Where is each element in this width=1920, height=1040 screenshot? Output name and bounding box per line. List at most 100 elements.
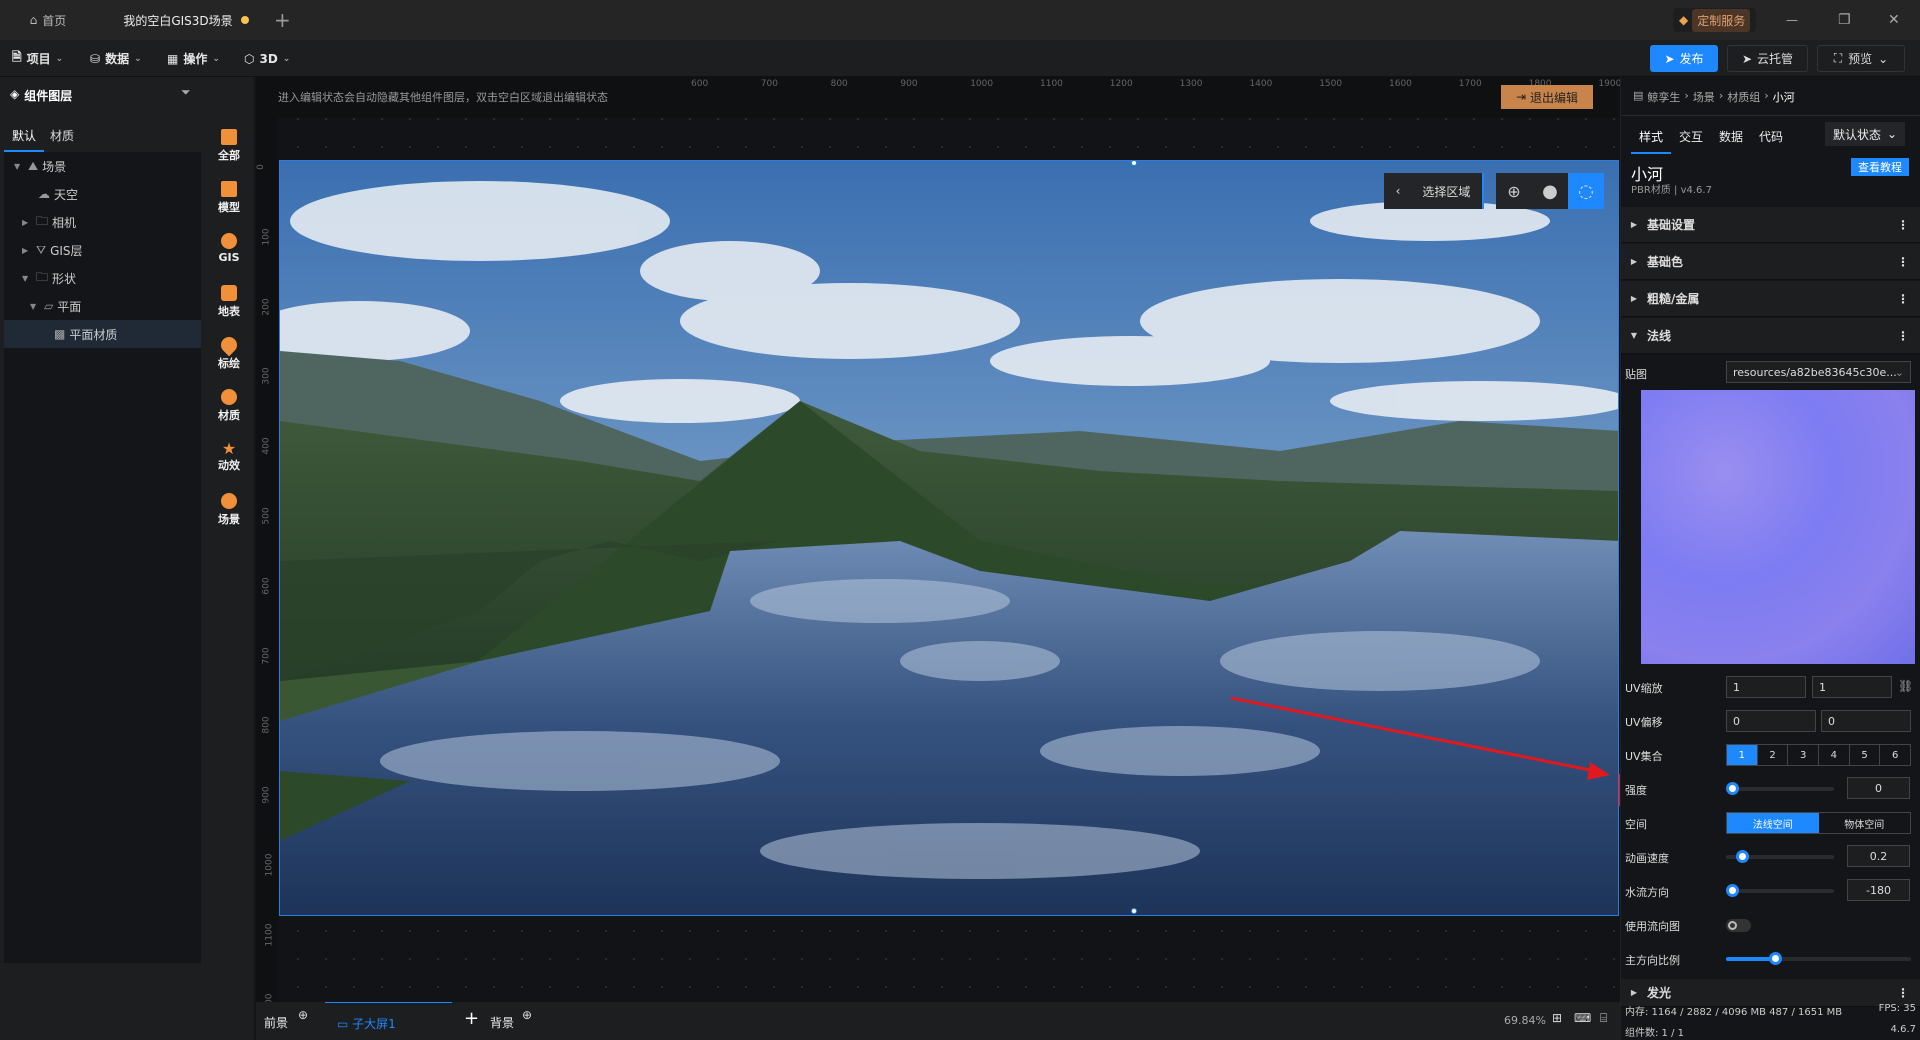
- map-select[interactable]: resources/a82be83645c30e... ⌄: [1726, 361, 1911, 383]
- orbit-icon[interactable]: ◌: [1568, 173, 1604, 209]
- category-material[interactable]: 材质: [204, 389, 254, 423]
- exit-edit-button[interactable]: ⇥ 退出编辑: [1501, 85, 1593, 109]
- foreground-tab[interactable]: 前景: [264, 1014, 288, 1031]
- slider-knob[interactable]: [1769, 952, 1782, 965]
- tab-current-scene[interactable]: 我的空白GIS3D场景: [96, 0, 276, 40]
- tree-item-gis-layer[interactable]: ▶ ⛛ GIS层: [4, 236, 201, 264]
- 3d-scene-viewport[interactable]: ‹ 选择区域 ⊕ ● ◌: [279, 160, 1619, 916]
- publish-button[interactable]: ➤ 发布: [1650, 45, 1718, 72]
- tab-code[interactable]: 代码: [1759, 128, 1783, 145]
- edit-mode-hint: 进入编辑状态会自动隐藏其他组件图层，双击空白区域退出编辑状态: [278, 91, 608, 104]
- more-icon[interactable]: ⋮: [1897, 986, 1909, 1000]
- category-terrain[interactable]: 地表: [204, 285, 254, 319]
- tree-item-shapes[interactable]: ▼ 🗀 形状: [4, 264, 201, 292]
- anim-speed-input[interactable]: 0.2: [1847, 845, 1910, 867]
- tab-interaction[interactable]: 交互: [1679, 128, 1703, 145]
- category-scene[interactable]: 场景: [204, 493, 254, 527]
- menu-3d[interactable]: ⬡ 3D ⌄: [244, 40, 290, 77]
- add-background-icon[interactable]: ⊕: [522, 1008, 532, 1022]
- uv-set-6[interactable]: 6: [1879, 745, 1910, 765]
- resize-handle[interactable]: [1131, 161, 1137, 166]
- select-area-button[interactable]: ‹ 选择区域: [1384, 173, 1484, 209]
- tree-item-plane[interactable]: ▼ ▱ 平面: [4, 292, 201, 320]
- tab-material[interactable]: 材质: [50, 121, 74, 144]
- section-basic-settings[interactable]: ▶ 基础设置 ⋮: [1621, 207, 1920, 243]
- add-screen-button[interactable]: +: [464, 1008, 479, 1029]
- resize-handle[interactable]: [1131, 908, 1137, 914]
- uv-set-3[interactable]: 3: [1787, 745, 1818, 765]
- slider-knob[interactable]: [1726, 782, 1739, 795]
- slider-knob[interactable]: [1726, 884, 1739, 897]
- zoom-level[interactable]: 69.84%: [1504, 1014, 1546, 1027]
- tutorial-button[interactable]: 查看教程: [1851, 158, 1909, 176]
- category-marker[interactable]: 标绘: [204, 333, 254, 371]
- tree-item-plane-material[interactable]: ▩ 平面材质: [4, 320, 201, 348]
- category-all[interactable]: 全部: [204, 129, 254, 163]
- uv-offset-x-input[interactable]: 0: [1726, 710, 1816, 732]
- menu-operate[interactable]: ▦ 操作 ⌄: [167, 40, 220, 77]
- background-tab[interactable]: 背景: [490, 1014, 514, 1031]
- space-object-option[interactable]: 物体空间: [1819, 813, 1911, 833]
- slider-knob[interactable]: [1735, 850, 1749, 863]
- restore-button[interactable]: ❐: [1838, 0, 1851, 40]
- uv-offset-y-input[interactable]: 0: [1821, 710, 1911, 732]
- more-icon[interactable]: ⋮: [1897, 292, 1909, 306]
- uv-set-2[interactable]: 2: [1756, 745, 1788, 765]
- tree-item-scene[interactable]: ▼ ⛰ 场景: [4, 152, 201, 180]
- globe-view-icon[interactable]: ⊕: [1496, 173, 1532, 209]
- anim-speed-slider[interactable]: [1726, 850, 1834, 863]
- more-icon[interactable]: ⋮: [1897, 255, 1909, 269]
- strength-input[interactable]: 0: [1847, 777, 1910, 799]
- caret-right-icon: ▶: [1630, 294, 1638, 303]
- space-normal-option[interactable]: 法线空间: [1727, 813, 1819, 833]
- close-button[interactable]: ✕: [1888, 0, 1900, 40]
- tree-item-sky[interactable]: ☁ 天空: [4, 180, 201, 208]
- ruler-label: 0: [255, 164, 266, 170]
- uv-scale-x-input[interactable]: 1: [1726, 676, 1806, 698]
- tab-data[interactable]: 数据: [1719, 128, 1743, 145]
- menu-data[interactable]: ⛁ 数据 ⌄: [90, 40, 142, 77]
- link-icon[interactable]: ⛓: [1898, 679, 1913, 693]
- state-select[interactable]: 默认状态 ⌄: [1825, 122, 1905, 146]
- category-effect[interactable]: ★ 动效: [204, 441, 254, 473]
- tab-home[interactable]: ⌂ 首页: [0, 0, 96, 40]
- uv-set-4[interactable]: 4: [1818, 745, 1849, 765]
- breadcrumb-item[interactable]: 材质组: [1727, 89, 1760, 105]
- uv-scale-y-input[interactable]: 1: [1812, 676, 1892, 698]
- fit-screen-icon[interactable]: ⊞: [1552, 1011, 1562, 1025]
- preview-button[interactable]: ⛶ 预览 ⌄: [1817, 45, 1905, 72]
- minimize-button[interactable]: —: [1786, 0, 1798, 40]
- breadcrumb-item[interactable]: 鲸孪生: [1647, 89, 1680, 105]
- screen-tab[interactable]: ▭ 子大屏1: [325, 1002, 452, 1040]
- flow-direction-slider[interactable]: [1726, 884, 1834, 897]
- main-direction-ratio-slider[interactable]: [1726, 952, 1911, 965]
- category-gis[interactable]: GIS: [204, 233, 254, 264]
- terminal-icon[interactable]: ⌸: [1600, 1011, 1607, 1026]
- category-model[interactable]: 模型: [204, 181, 254, 215]
- strength-slider[interactable]: [1726, 782, 1834, 795]
- uv-set-5[interactable]: 5: [1848, 745, 1880, 765]
- custom-service-button[interactable]: ◆ 定制服务: [1673, 8, 1757, 32]
- menu-project[interactable]: 🗎 项目 ⌄: [12, 40, 63, 77]
- section-roughness-metal[interactable]: ▶ 粗糙/金属 ⋮: [1621, 281, 1920, 317]
- uv-set-1[interactable]: 1: [1727, 745, 1757, 765]
- add-tab-button[interactable]: +: [274, 0, 294, 40]
- keyboard-icon[interactable]: ⌨: [1574, 1011, 1591, 1025]
- add-foreground-icon[interactable]: ⊕: [298, 1008, 308, 1022]
- tab-style[interactable]: 样式: [1631, 124, 1671, 154]
- breadcrumb-item[interactable]: 场景: [1693, 89, 1715, 105]
- flow-direction-input[interactable]: -180: [1847, 879, 1910, 901]
- version: 4.6.7: [1890, 1024, 1916, 1035]
- more-icon[interactable]: ⋮: [1897, 329, 1909, 343]
- section-normal[interactable]: ▼ 法线 ⋮: [1621, 318, 1920, 354]
- normal-map-preview[interactable]: [1641, 390, 1915, 664]
- section-base-color[interactable]: ▶ 基础色 ⋮: [1621, 244, 1920, 280]
- more-icon[interactable]: ⋮: [1897, 218, 1909, 232]
- use-flow-map-toggle[interactable]: [1726, 919, 1751, 932]
- filter-icon[interactable]: ⏷: [181, 85, 191, 100]
- cloud-host-button[interactable]: ➤ 云托管: [1727, 45, 1808, 72]
- tab-default[interactable]: 默认: [4, 121, 44, 152]
- solid-sphere-icon[interactable]: ●: [1532, 173, 1568, 209]
- view-mode-group: ⊕ ● ◌: [1496, 173, 1604, 209]
- tree-item-camera[interactable]: ▶ 🗀 相机: [4, 208, 201, 236]
